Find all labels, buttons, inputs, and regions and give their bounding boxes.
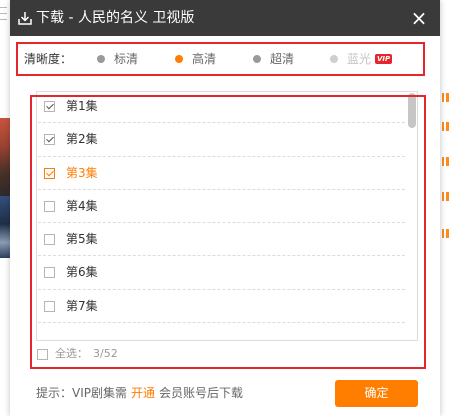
scrollbar[interactable] [407,92,417,340]
episode-item-6[interactable]: 第6集 [38,256,405,290]
close-button[interactable]: × [408,6,430,30]
episode-item-2[interactable]: 第2集 [38,123,405,157]
selected-count: 3/52 [93,347,118,360]
episode-list-items: 第1集 第2集 第3集 第4集 第5集 第6集 第7集 [38,92,405,324]
background-thumbnail [0,118,10,196]
quality-selector: 清晰度： 标清 高清 超清 蓝光 VIP [16,42,425,76]
quality-option-label: 标清 [114,52,139,66]
episode-item-4[interactable]: 第4集 [38,190,405,224]
episode-checkbox[interactable] [44,234,55,246]
check-icon [46,101,54,110]
quality-option-label: 高清 [192,52,217,66]
check-icon [46,134,54,143]
episode-label: 第7集 [66,298,98,313]
quality-label: 清晰度： [24,52,73,66]
background-text-fragment [442,229,449,238]
dialog-title: 下载 - 人民的名义 卫视版 [36,10,195,26]
background-glyph-fragment [0,7,7,20]
background-text-fragment [442,192,449,201]
episode-checkbox[interactable] [44,300,55,312]
episode-item-5[interactable]: 第5集 [38,223,405,257]
vip-hint: 提示：VIP剧集需 开通 会员账号后下载 [36,386,243,401]
radio-dot-icon [253,55,261,63]
radio-dot-icon [175,55,183,63]
hint-suffix: 会员账号后下载 [159,386,244,400]
quality-option-label: 超清 [270,52,295,66]
episode-label: 第3集 [66,165,98,180]
episode-label: 第2集 [66,132,98,147]
quality-option-high[interactable]: 高清 [175,52,216,66]
activate-vip-link[interactable]: 开通 [131,386,155,400]
download-icon [18,12,32,25]
check-icon [46,168,54,176]
close-icon: × [410,6,428,30]
radio-dot-icon [97,55,105,63]
quality-option-bluray[interactable]: 蓝光 VIP [330,52,393,66]
episode-list: 第1集 第2集 第3集 第4集 第5集 第6集 第7集 [36,91,418,341]
hint-prefix: 提示：VIP剧集需 [36,386,127,400]
dialog-header: 下载 - 人民的名义 卫视版 × [10,0,440,36]
background-text-fragment [442,122,449,131]
episode-checkbox[interactable] [44,267,55,279]
episode-label: 第4集 [66,198,98,213]
episode-item-1[interactable]: 第1集 [38,92,405,124]
background-text-fragment [442,93,449,102]
download-dialog: 下载 - 人民的名义 卫视版 × 清晰度： 标清 高清 超清 蓝光 VIP 第1… [10,0,440,416]
episode-label: 第5集 [66,232,98,247]
quality-option-super[interactable]: 超清 [253,52,294,66]
select-all-checkbox[interactable] [37,349,48,360]
episode-item-3[interactable]: 第3集 [38,157,405,190]
episode-checkbox[interactable] [44,134,55,146]
scrollbar-thumb[interactable] [408,93,416,128]
quality-option-standard[interactable]: 标清 [97,52,138,66]
episode-label: 第1集 [66,99,98,113]
episode-item-7[interactable]: 第7集 [38,290,405,324]
episode-label: 第6集 [66,265,98,280]
episode-checkbox[interactable] [44,101,55,112]
vip-badge: VIP [375,54,393,64]
episode-checkbox[interactable] [44,167,55,179]
select-all-label[interactable]: 全选： [55,347,88,361]
quality-option-label: 蓝光 [347,52,372,66]
confirm-button[interactable]: 确定 [335,380,418,407]
episode-checkbox[interactable] [44,200,55,212]
background-thumbnail [0,196,10,258]
background-text-fragment [442,157,449,166]
radio-dot-icon [330,55,338,63]
